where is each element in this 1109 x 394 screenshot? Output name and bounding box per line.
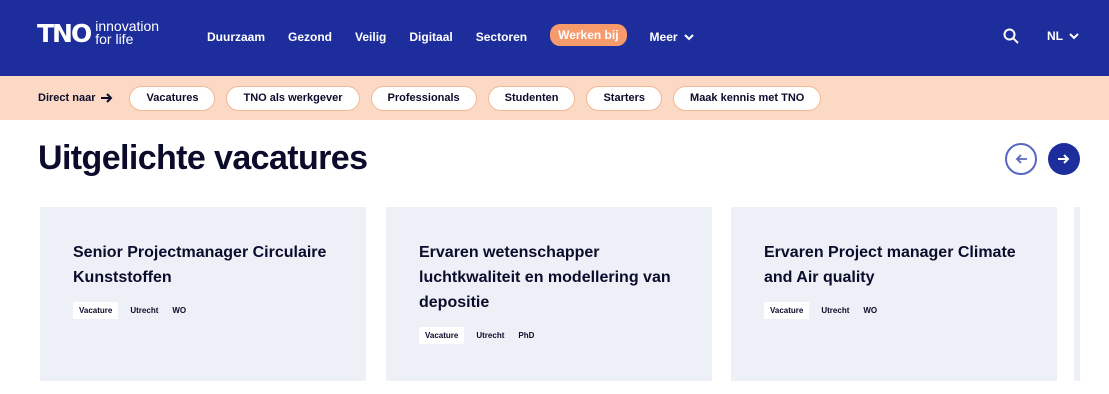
chevron-down-icon [1069,32,1079,39]
direct-naar-label: Direct naar [38,92,113,104]
vacancy-tags: Vacature Utrecht WO [73,302,333,319]
carousel-next-button[interactable] [1048,143,1080,175]
main-menu: Duurzaam Gezond Veilig Digitaal Sectoren… [207,24,717,46]
search-icon[interactable] [1003,28,1019,44]
chevron-down-icon [683,33,694,40]
nav-more-label: Meer [649,30,678,44]
next-card-peek[interactable] [1074,207,1080,381]
vacancy-title: Senior Projectmanager Circulaire Kunstst… [73,244,327,286]
vacancy-card[interactable]: Senior Projectmanager Circulaire Kunstst… [40,207,366,381]
vacancy-tags: Vacature Utrecht WO [764,302,1024,319]
logo-tagline: innovation for life [95,18,160,47]
top-navigation: TNO innovation for life Duurzaam Gezond … [0,0,1109,76]
chip-professionals[interactable]: Professionals [370,85,477,111]
arrow-right-icon [1058,154,1070,164]
nav-item-duurzaam[interactable]: Duurzaam [207,30,265,44]
chip-studenten[interactable]: Studenten [487,85,576,111]
tno-logo[interactable]: TNO innovation for life [37,18,165,48]
direct-naar-text: Direct naar [38,92,96,104]
tag-type: Vacature [764,302,810,319]
nav-item-veilig[interactable]: Veilig [355,30,386,44]
arrow-left-icon [1015,154,1027,164]
chip-tno-als-werkgever[interactable]: TNO als werkgever [226,85,360,111]
tag-type: Vacature [73,302,119,319]
vacancy-title: Ervaren wetenschapper luchtkwaliteit en … [419,244,671,311]
vacancy-title: Ervaren Project manager Climate and Air … [764,244,1016,286]
nav-item-sectoren[interactable]: Sectoren [476,30,527,44]
chip-vacatures[interactable]: Vacatures [129,85,216,111]
vacancy-card[interactable]: Ervaren Project manager Climate and Air … [731,207,1057,381]
tag-location: Utrecht [476,331,505,340]
quick-links-bar: Direct naar Vacatures TNO als werkgever … [0,76,1109,120]
language-selector[interactable]: NL [1047,29,1079,43]
vacancy-tags: Vacature Utrecht PhD [419,327,679,344]
language-label: NL [1047,29,1063,43]
nav-utilities: NL [1003,28,1079,44]
section-title: Uitgelichte vacatures [38,139,368,177]
arrow-right-icon [101,93,113,103]
nav-item-gezond[interactable]: Gezond [288,30,332,44]
tag-level: WO [172,306,187,315]
logo-mark: TNO [37,18,92,48]
tag-level: PhD [518,331,535,340]
nav-item-werken-bij[interactable]: Werken bij [550,24,627,46]
nav-more-button[interactable]: Meer [650,30,694,44]
tag-location: Utrecht [821,306,850,315]
chip-starters[interactable]: Starters [586,85,663,111]
nav-item-digitaal[interactable]: Digitaal [409,30,452,44]
tag-type: Vacature [419,327,465,344]
tag-location: Utrecht [130,306,159,315]
chip-maak-kennis[interactable]: Maak kennis met TNO [673,85,822,111]
carousel-prev-button[interactable] [1005,143,1037,175]
tag-level: WO [863,306,878,315]
vacancy-card[interactable]: Ervaren wetenschapper luchtkwaliteit en … [386,207,712,381]
